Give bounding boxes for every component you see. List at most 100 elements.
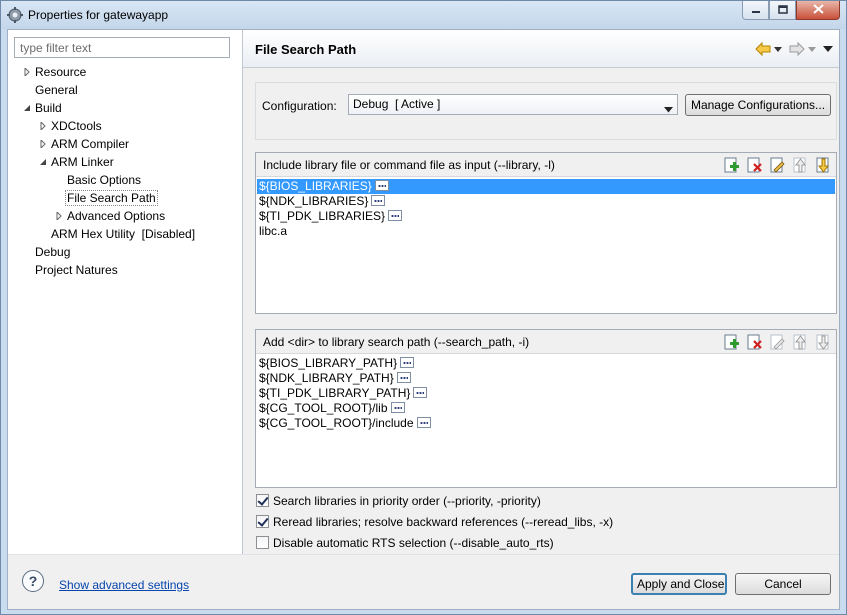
delete-icon[interactable]	[746, 334, 763, 351]
back-dropdown-icon[interactable]	[773, 41, 783, 57]
move-up-icon[interactable]	[792, 334, 809, 351]
tree-item-debug[interactable]: Debug	[35, 243, 70, 261]
edit-icon[interactable]	[769, 334, 786, 351]
filter-input[interactable]	[14, 37, 230, 58]
include-list-header: Include library file or command file as …	[256, 153, 836, 177]
forward-arrow-icon[interactable]	[789, 41, 805, 57]
list-item-text: ${CG_TOOL_ROOT}/lib	[259, 401, 388, 415]
window-controls	[742, 1, 840, 20]
list-item[interactable]: libc.a	[257, 224, 835, 239]
tree-item-build[interactable]: Build	[22, 99, 62, 117]
forward-dropdown-icon[interactable]	[807, 41, 817, 57]
configuration-label: Configuration:	[262, 99, 337, 113]
reread-label: Reread libraries; resolve backward refer…	[273, 515, 614, 529]
move-up-icon[interactable]	[792, 157, 809, 174]
configuration-group: Configuration: Debug [ Active ] Manage C…	[255, 82, 837, 140]
reread-option[interactable]: Reread libraries; resolve backward refer…	[256, 514, 613, 530]
search-list-header: Add <dir> to library search path (--sear…	[256, 330, 836, 354]
tree-item-label: Build	[35, 101, 62, 115]
priority-checkbox[interactable]	[256, 494, 269, 507]
properties-window: Properties for gatewayapp type filter te…	[0, 0, 847, 615]
move-down-icon[interactable]	[815, 334, 832, 351]
search-list-rows: ${BIOS_LIBRARY_PATH} ${NDK_LIBRARY_PATH}…	[257, 356, 835, 431]
list-item[interactable]: ${NDK_LIBRARY_PATH}	[257, 371, 835, 386]
tree-item-file-search-path[interactable]: File Search Path	[65, 189, 158, 207]
more-icon[interactable]	[400, 357, 415, 368]
collapsed-arrow-icon[interactable]	[38, 117, 48, 135]
more-icon[interactable]	[374, 180, 389, 191]
disable-rts-option[interactable]: Disable automatic RTS selection (--disab…	[256, 535, 554, 551]
list-item-text: ${BIOS_LIBRARY_PATH}	[259, 356, 398, 370]
include-list-title: Include library file or command file as …	[263, 158, 555, 172]
collapsed-arrow-icon[interactable]	[22, 63, 32, 81]
more-icon[interactable]	[396, 372, 411, 383]
tree-item-label: XDCtools	[51, 119, 102, 133]
edit-icon[interactable]	[769, 157, 786, 174]
tree-item-advanced-options[interactable]: Advanced Options	[54, 207, 165, 225]
tree-item-label: Advanced Options	[67, 209, 166, 223]
manage-configurations-button[interactable]: Manage Configurations...	[685, 94, 831, 116]
help-icon[interactable]: ?	[22, 570, 44, 592]
tree-item-arm-hex-utility[interactable]: ARM Hex Utility [Disabled]	[51, 225, 195, 243]
dialog-footer: ? Show advanced settings Apply and Close…	[8, 554, 839, 609]
list-item[interactable]: ${BIOS_LIBRARIES}	[257, 179, 835, 194]
include-list-rows: ${BIOS_LIBRARIES} ${NDK_LIBRARIES} ${TI_…	[257, 179, 835, 239]
delete-icon[interactable]	[746, 157, 763, 174]
page-title: File Search Path	[255, 42, 357, 57]
add-icon[interactable]	[723, 334, 740, 351]
dialog-client: Resource General Build	[7, 29, 840, 610]
view-menu-icon[interactable]	[823, 41, 833, 57]
more-icon[interactable]	[390, 402, 405, 413]
move-down-icon[interactable]	[815, 157, 832, 174]
close-icon	[812, 3, 824, 17]
tree-item-project-natures[interactable]: Project Natures	[35, 261, 118, 279]
include-list-toolbar	[723, 157, 832, 174]
expanded-arrow-icon[interactable]	[38, 153, 48, 171]
tree-item-label: General	[35, 83, 78, 97]
add-icon[interactable]	[723, 157, 740, 174]
list-item[interactable]: ${CG_TOOL_ROOT}/lib	[257, 401, 835, 416]
reread-checkbox[interactable]	[256, 515, 269, 528]
window-title: Properties for gatewayapp	[28, 8, 169, 22]
collapsed-arrow-icon[interactable]	[38, 135, 48, 153]
maximize-button[interactable]	[769, 1, 796, 20]
show-advanced-settings-link[interactable]: Show advanced settings	[59, 578, 189, 592]
configuration-select[interactable]: Debug [ Active ]	[348, 94, 678, 115]
tree-item-label: ARM Linker	[51, 155, 114, 169]
more-icon[interactable]	[371, 195, 386, 206]
expanded-arrow-icon[interactable]	[22, 99, 32, 117]
list-item[interactable]: ${BIOS_LIBRARY_PATH}	[257, 356, 835, 371]
list-item[interactable]: ${CG_TOOL_ROOT}/include	[257, 416, 835, 431]
back-arrow-icon[interactable]	[755, 41, 771, 57]
collapsed-arrow-icon[interactable]	[54, 207, 64, 225]
page-header: File Search Path	[243, 30, 839, 68]
tree-item-general[interactable]: General	[35, 81, 78, 99]
list-item[interactable]: ${TI_PDK_LIBRARIES}	[257, 209, 835, 224]
more-icon[interactable]	[388, 210, 403, 221]
more-icon[interactable]	[413, 387, 428, 398]
apply-and-close-button[interactable]: Apply and Close	[631, 573, 727, 595]
list-item-text: ${NDK_LIBRARIES}	[259, 194, 369, 208]
search-path-list: Add <dir> to library search path (--sear…	[255, 329, 837, 488]
more-icon[interactable]	[416, 417, 431, 428]
disable-rts-checkbox[interactable]	[256, 536, 269, 549]
list-item[interactable]: ${NDK_LIBRARIES}	[257, 194, 835, 209]
tree-item-label: Basic Options	[67, 173, 142, 187]
tree-item-arm-compiler[interactable]: ARM Compiler	[38, 135, 129, 153]
tree-item-resource[interactable]: Resource	[22, 63, 86, 81]
navigation-panel: Resource General Build	[8, 30, 242, 554]
list-item-text: libc.a	[259, 224, 288, 238]
tree-item-basic-options[interactable]: Basic Options	[67, 171, 141, 189]
tree-item-label: Resource	[35, 65, 87, 79]
minimize-button[interactable]	[742, 1, 769, 20]
cancel-button[interactable]: Cancel	[735, 573, 831, 595]
title-bar[interactable]: Properties for gatewayapp	[1, 1, 846, 29]
priority-option[interactable]: Search libraries in priority order (--pr…	[256, 493, 541, 509]
tree-item-xdctools[interactable]: XDCtools	[38, 117, 102, 135]
configuration-selected-value: Debug [ Active ]	[353, 97, 441, 111]
list-item-text: ${TI_PDK_LIBRARIES}	[259, 209, 386, 223]
tree-item-arm-linker[interactable]: ARM Linker	[38, 153, 114, 171]
close-button[interactable]	[796, 1, 840, 20]
chevron-down-icon	[664, 102, 673, 116]
list-item[interactable]: ${TI_PDK_LIBRARY_PATH}	[257, 386, 835, 401]
